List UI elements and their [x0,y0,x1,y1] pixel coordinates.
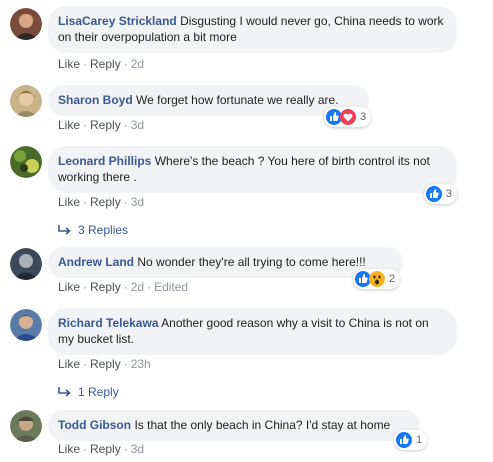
separator: · [123,118,128,132]
comment-author[interactable]: Andrew Land [58,255,134,269]
separator: · [83,195,88,209]
like-link[interactable]: Like [58,442,80,456]
like-link[interactable]: Like [58,118,80,132]
reply-link[interactable]: Reply [90,442,121,456]
comment-actions: Like · Reply · 3d [58,118,144,132]
replies-count[interactable]: 3 Replies [78,223,128,237]
reaction-summary[interactable]: 2 [353,269,401,289]
reply-link[interactable]: Reply [90,357,121,371]
comment-bubble: Sharon Boyd We forget how fortunate we r… [48,85,369,116]
reply-link[interactable]: Reply [90,280,121,294]
comment-author[interactable]: Todd Gibson [58,418,131,432]
like-link[interactable]: Like [58,280,80,294]
comment-timestamp[interactable]: 3d [131,442,144,456]
separator: · [123,57,128,71]
reaction-summary[interactable]: 3 [324,107,372,127]
reply-link[interactable]: Reply [90,57,121,71]
separator: · [83,280,88,294]
reaction-count: 3 [360,111,367,123]
separator: · [123,195,128,209]
avatar[interactable] [10,146,42,178]
comment-timestamp[interactable]: 2d [131,57,144,71]
comment-author[interactable]: LisaCarey Strickland [58,14,177,28]
reaction-count: 1 [416,434,423,446]
separator: · [83,357,88,371]
reaction-summary[interactable]: 1 [394,430,428,450]
edited-label[interactable]: Edited [154,280,188,294]
comment-text: Is that the only beach in China? I'd sta… [134,418,391,432]
like-link[interactable]: Like [58,357,80,371]
comment-bubble: Leonard Phillips Where's the beach ? You… [48,146,457,193]
comment-text: No wonder they're all trying to come her… [137,255,366,269]
reaction-count: 2 [389,273,396,285]
like-link[interactable]: Like [58,57,80,71]
separator: · [83,442,88,456]
like-icon [426,186,442,202]
comment-bubble: Richard Telekawa Another good reason why… [48,308,457,355]
comment-actions: Like · Reply · 3d [58,195,144,209]
separator: · [83,57,88,71]
comment-timestamp[interactable]: 2d [131,280,144,294]
comment-timestamp[interactable]: 3d [131,118,144,132]
reply-arrow-icon [58,387,71,397]
reply-link[interactable]: Reply [90,195,121,209]
comment-timestamp[interactable]: 23h [131,357,151,371]
comment-actions: Like · Reply · 2d [58,57,144,71]
reply-link[interactable]: Reply [90,118,121,132]
separator: · [123,280,128,294]
like-link[interactable]: Like [58,195,80,209]
separator: · [83,118,88,132]
comment-author[interactable]: Leonard Phillips [58,154,151,168]
comment-bubble: Todd Gibson Is that the only beach in Ch… [48,410,420,441]
comment-author[interactable]: Richard Telekawa [58,316,159,330]
avatar[interactable] [10,410,42,442]
comment-actions: Like · Reply · 3d [58,442,144,456]
view-replies-link[interactable]: 1 Reply [58,385,119,399]
separator: · [123,442,128,456]
avatar[interactable] [10,85,42,117]
comment-actions: Like · Reply · 23h [58,357,151,371]
avatar[interactable] [10,309,42,341]
comment-bubble: LisaCarey Strickland Disgusting I would … [48,6,457,53]
wow-icon [369,271,385,287]
comment-text: We forget how fortunate we really are. [136,93,339,107]
reaction-summary[interactable]: 3 [424,184,458,204]
comment-timestamp[interactable]: 3d [131,195,144,209]
love-icon [340,109,356,125]
reply-arrow-icon [58,225,71,235]
reaction-count: 3 [446,188,453,200]
view-replies-link[interactable]: 3 Replies [58,223,128,237]
comment-bubble: Andrew Land No wonder they're all trying… [48,247,403,278]
replies-count[interactable]: 1 Reply [78,385,119,399]
avatar[interactable] [10,8,42,40]
separator: · [147,280,152,294]
separator: · [123,357,128,371]
like-icon [396,432,412,448]
comment-author[interactable]: Sharon Boyd [58,93,133,107]
comment-actions: Like · Reply · 2d · Edited [58,280,188,294]
avatar[interactable] [10,248,42,280]
